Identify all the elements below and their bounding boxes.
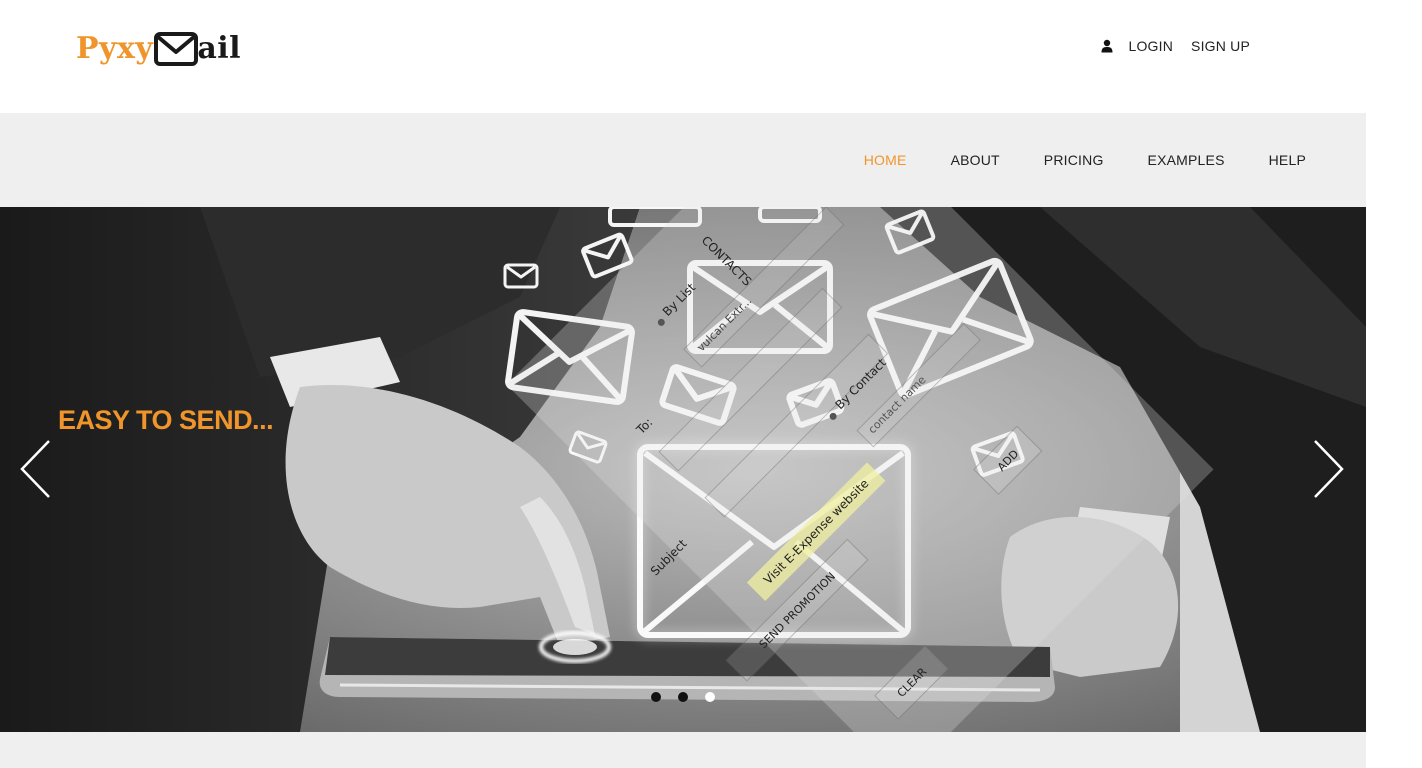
main-nav-bar: HOME ABOUT PRICING EXAMPLES HELP xyxy=(0,113,1366,207)
auth-links: LOGIN SIGN UP xyxy=(1100,38,1250,54)
hero-caption: EASY TO SEND... xyxy=(58,405,274,435)
nav-item-home[interactable]: HOME xyxy=(864,152,907,168)
main-nav: HOME ABOUT PRICING EXAMPLES HELP xyxy=(864,113,1306,207)
pyxymail-logo[interactable]: Pyxy ail xyxy=(76,26,241,70)
nav-item-help[interactable]: HELP xyxy=(1269,152,1306,168)
hero-slider: CONTACTS By List To: vulcan Extr... Subj… xyxy=(0,207,1366,732)
nav-item-pricing[interactable]: PRICING xyxy=(1044,152,1104,168)
envelope-icon xyxy=(154,32,199,66)
user-icon xyxy=(1101,39,1113,53)
chevron-right-icon[interactable] xyxy=(1312,439,1346,499)
logo-text-part1: Pyxy xyxy=(76,30,154,66)
content-section-top xyxy=(0,732,1366,768)
signup-link[interactable]: SIGN UP xyxy=(1191,38,1250,54)
slider-pagination xyxy=(651,692,715,702)
slide-dot-2[interactable] xyxy=(678,692,688,702)
nav-item-examples[interactable]: EXAMPLES xyxy=(1148,152,1225,168)
site-header: Pyxy ail LOGIN SIGN UP xyxy=(0,0,1366,113)
logo-text-part2: ail xyxy=(197,30,242,66)
nav-item-about[interactable]: ABOUT xyxy=(951,152,1000,168)
chevron-left-icon[interactable] xyxy=(18,439,52,499)
slide-dot-3[interactable] xyxy=(705,692,715,702)
login-link[interactable]: LOGIN xyxy=(1128,38,1173,54)
slide-dot-1[interactable] xyxy=(651,692,661,702)
